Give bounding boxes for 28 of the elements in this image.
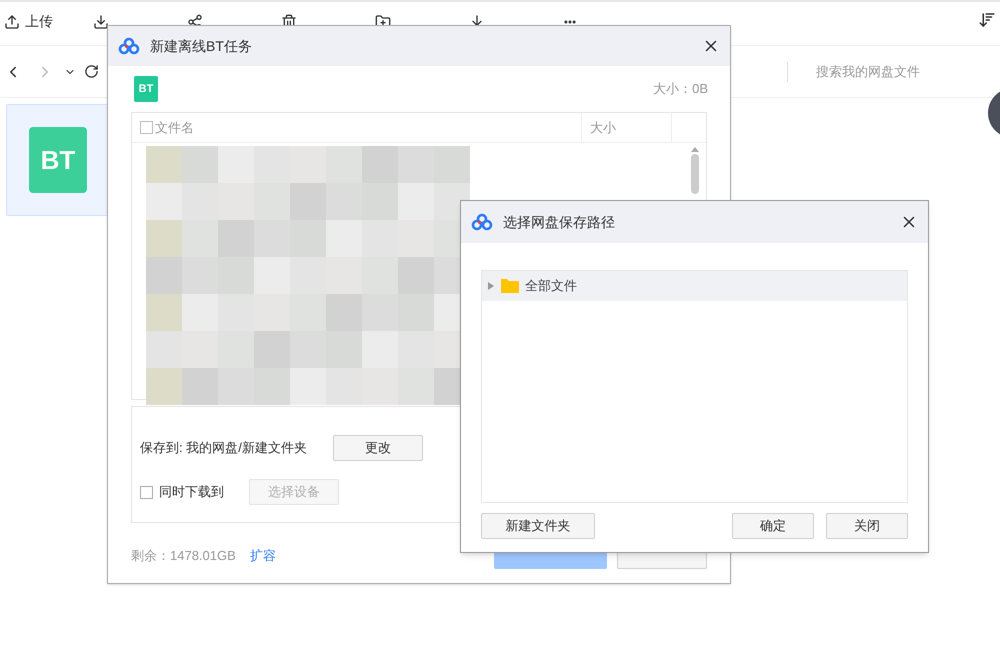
bt-file-icon: BT: [29, 127, 87, 193]
expand-link[interactable]: 扩容: [250, 546, 276, 566]
save-path-text: 保存到: 我的网盘/新建文件夹: [140, 439, 308, 458]
change-button[interactable]: 更改: [333, 435, 423, 461]
remaining-space-text: 剩余：1478.01GB: [131, 547, 236, 566]
search-field[interactable]: 搜索我的网盘文件: [816, 62, 996, 82]
refresh-icon[interactable]: [84, 64, 99, 79]
checkbox[interactable]: [140, 486, 153, 498]
download-icon: [93, 14, 109, 30]
tree-item[interactable]: 全部文件: [482, 271, 907, 301]
column-header: 大小: [590, 118, 616, 137]
new-folder-button[interactable]: 新建文件夹: [481, 513, 595, 539]
column-header: 文件名: [155, 118, 194, 137]
confirm-button[interactable]: 确定: [732, 513, 814, 539]
upload-icon: [4, 14, 20, 30]
cloud-logo-icon: [118, 37, 140, 55]
checkbox-label: 同时下载到: [159, 483, 225, 502]
dialog-title: 选择网盘保存路径: [503, 212, 615, 232]
sort-icon[interactable]: [978, 10, 996, 28]
dialog-title: 新建离线BT任务: [150, 36, 252, 56]
scroll-thumb[interactable]: [691, 154, 699, 194]
folder-icon: [501, 279, 519, 293]
toolbar-button[interactable]: 上传: [4, 11, 53, 36]
checkbox[interactable]: [140, 121, 153, 134]
cloud-logo-icon: [471, 213, 493, 231]
size-label: 大小：0B: [653, 80, 708, 98]
bt-file-icon: BT: [134, 76, 158, 102]
close-button[interactable]: 关闭: [826, 513, 908, 539]
